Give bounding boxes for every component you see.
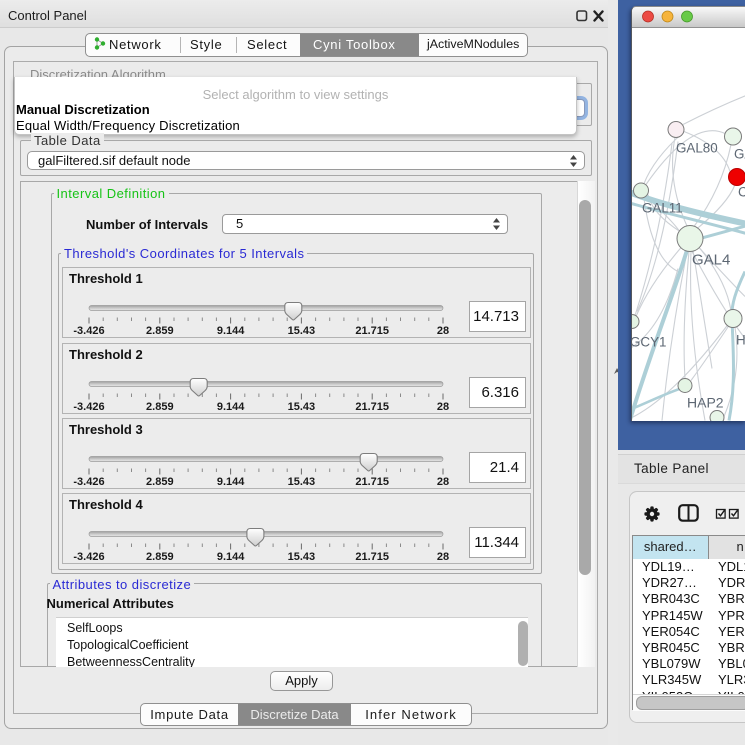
svg-text:21.715: 21.715 <box>355 401 389 413</box>
svg-text:28: 28 <box>437 401 449 413</box>
svg-text:15.43: 15.43 <box>288 551 316 563</box>
svg-text:HAP2: HAP2 <box>687 395 724 411</box>
svg-text:HI: HI <box>736 333 745 348</box>
svg-text:28: 28 <box>437 325 449 337</box>
svg-text:21.715: 21.715 <box>355 551 389 563</box>
svg-text:GAL80: GAL80 <box>676 141 718 156</box>
svg-text:GCY1: GCY1 <box>632 335 666 350</box>
svg-text:-3.426: -3.426 <box>73 476 104 488</box>
svg-text:15.43: 15.43 <box>288 325 316 337</box>
svg-text:-3.426: -3.426 <box>73 401 104 413</box>
svg-text:9.144: 9.144 <box>217 551 245 563</box>
svg-text:-3.426: -3.426 <box>73 551 104 563</box>
svg-text:28: 28 <box>437 551 449 563</box>
svg-text:9.144: 9.144 <box>217 401 245 413</box>
svg-text:21.715: 21.715 <box>355 325 389 337</box>
svg-text:2.859: 2.859 <box>146 401 174 413</box>
svg-text:2.859: 2.859 <box>146 476 174 488</box>
svg-text:15.43: 15.43 <box>288 476 316 488</box>
svg-text:-3.426: -3.426 <box>73 325 104 337</box>
svg-text:21.715: 21.715 <box>355 476 389 488</box>
svg-text:28: 28 <box>437 476 449 488</box>
svg-text:9.144: 9.144 <box>217 476 245 488</box>
svg-text:15.43: 15.43 <box>288 401 316 413</box>
svg-text:9.144: 9.144 <box>217 325 245 337</box>
svg-text:GA: GA <box>734 147 745 162</box>
svg-text:CY: CY <box>738 185 745 200</box>
svg-text:2.859: 2.859 <box>146 325 174 337</box>
svg-text:GAL11: GAL11 <box>642 201 683 216</box>
svg-text:2.859: 2.859 <box>146 551 174 563</box>
svg-text:GAL4: GAL4 <box>692 252 730 269</box>
